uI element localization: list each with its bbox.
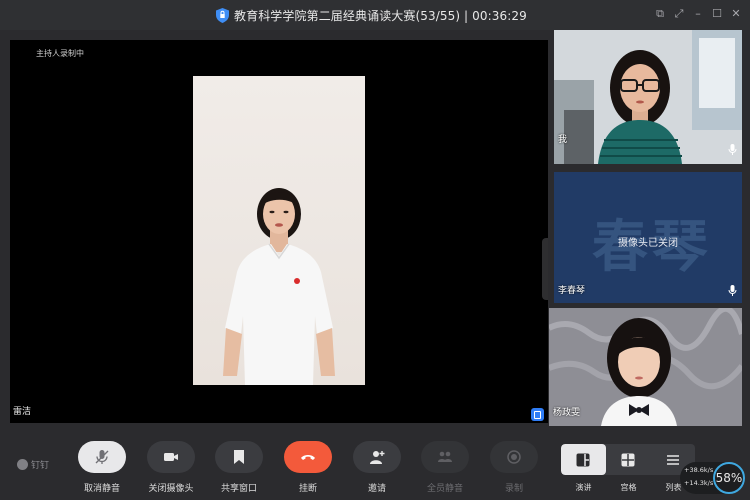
record-button[interactable]	[490, 441, 538, 473]
participant-tile-self[interactable]: 我	[554, 30, 742, 164]
meeting-title-group: 教育科学学院第二届经典诵读大赛(53/55) | 00:36:29	[216, 6, 527, 24]
unmute-button[interactable]	[78, 441, 126, 473]
layout-grid-label: 宫格	[620, 483, 637, 492]
participant-name: 杨政雯	[553, 408, 581, 418]
hangup-icon	[301, 455, 315, 460]
participant-tile-3[interactable]: 杨政雯	[549, 308, 742, 426]
download-speed-value: +14.3	[684, 479, 704, 487]
mute-all-label: 全员静音	[426, 484, 463, 494]
title-bar: 教育科学学院第二届经典诵读大赛(53/55) | 00:36:29 ⧉ ⤢ – …	[0, 0, 750, 30]
invite-icon	[370, 451, 385, 464]
self-video	[554, 30, 742, 164]
logo-text: 钉钉	[31, 461, 50, 471]
upload-speed: +38.6k/s	[684, 466, 713, 474]
camera-icon	[164, 453, 178, 461]
share-window-icon	[234, 450, 244, 464]
layout-speaker-label: 演讲	[575, 483, 592, 492]
mic-icon	[728, 285, 737, 296]
speaker-figure	[223, 188, 335, 385]
pin-icon[interactable]	[531, 408, 544, 421]
meeting-title: 教育科学学院第二届经典诵读大赛(53/55) | 00:36:29	[234, 8, 527, 23]
turn-off-camera-label: 关闭摄像头	[148, 484, 194, 494]
host-recording-label: 主持人录制中	[36, 49, 84, 58]
layout-grid-button[interactable]	[606, 444, 651, 475]
record-label: 录制	[504, 484, 523, 494]
microphone-icon	[95, 450, 109, 464]
download-speed: +14.3k/s	[684, 479, 713, 487]
unmute-label: 取消静音	[83, 484, 120, 494]
share-window-button[interactable]	[215, 441, 263, 473]
record-icon	[507, 450, 521, 464]
mute-all-button[interactable]	[421, 441, 469, 473]
main-video-stage[interactable]: 主持人录制中 雷洁	[10, 40, 548, 423]
window-controls: ⧉ ⤢ – ☐ ✕	[654, 7, 742, 21]
grid-layout-icon	[621, 453, 635, 466]
speaker-name-label: 雷洁	[13, 407, 32, 417]
bottom-toolbar: 钉钉 取消静音 关闭摄像头 共享窗口 挂断 邀请 全员静音 录制 演讲 宫格 列…	[0, 428, 750, 500]
download-speed-unit: k/s	[703, 479, 714, 487]
dingtalk-logo-icon	[17, 459, 28, 470]
shield-icon	[216, 7, 229, 23]
camera-off-status: 摄像头已关闭	[618, 238, 678, 249]
upload-speed-unit: k/s	[703, 466, 714, 474]
invite-label: 邀请	[367, 484, 386, 494]
expand-icon[interactable]: ⧉	[654, 7, 666, 21]
chevron-right-icon: ›	[547, 261, 548, 277]
participant-tile-camera-off[interactable]: 春琴 摄像头已关闭 李春琴	[554, 172, 742, 303]
cpu-usage-indicator: 58%	[713, 462, 745, 494]
list-layout-icon	[666, 454, 679, 465]
speaker-layout-icon	[576, 453, 590, 466]
fullscreen-icon[interactable]: ⤢	[673, 7, 685, 21]
collapse-sidebar-button[interactable]: ›	[542, 238, 548, 300]
maximize-icon[interactable]: ☐	[711, 7, 723, 21]
mic-icon	[728, 144, 737, 155]
layout-switcher	[561, 444, 695, 475]
upload-speed-value: +38.6	[684, 466, 704, 474]
hang-up-button[interactable]	[284, 441, 332, 473]
layout-speaker-button[interactable]	[561, 444, 606, 475]
share-window-label: 共享窗口	[220, 484, 257, 494]
minimize-icon[interactable]: –	[692, 7, 704, 21]
close-icon[interactable]: ✕	[730, 7, 742, 21]
app-logo: 钉钉	[17, 458, 49, 471]
meeting-window: 教育科学学院第二届经典诵读大赛(53/55) | 00:36:29 ⧉ ⤢ – …	[0, 0, 750, 500]
participant-name: 我	[558, 135, 568, 145]
speaker-video	[193, 76, 365, 385]
participant-name: 李春琴	[558, 286, 586, 296]
invite-button[interactable]	[353, 441, 401, 473]
hang-up-label: 挂断	[298, 484, 317, 494]
turn-off-camera-button[interactable]	[147, 441, 195, 473]
mute-all-icon	[438, 451, 452, 462]
